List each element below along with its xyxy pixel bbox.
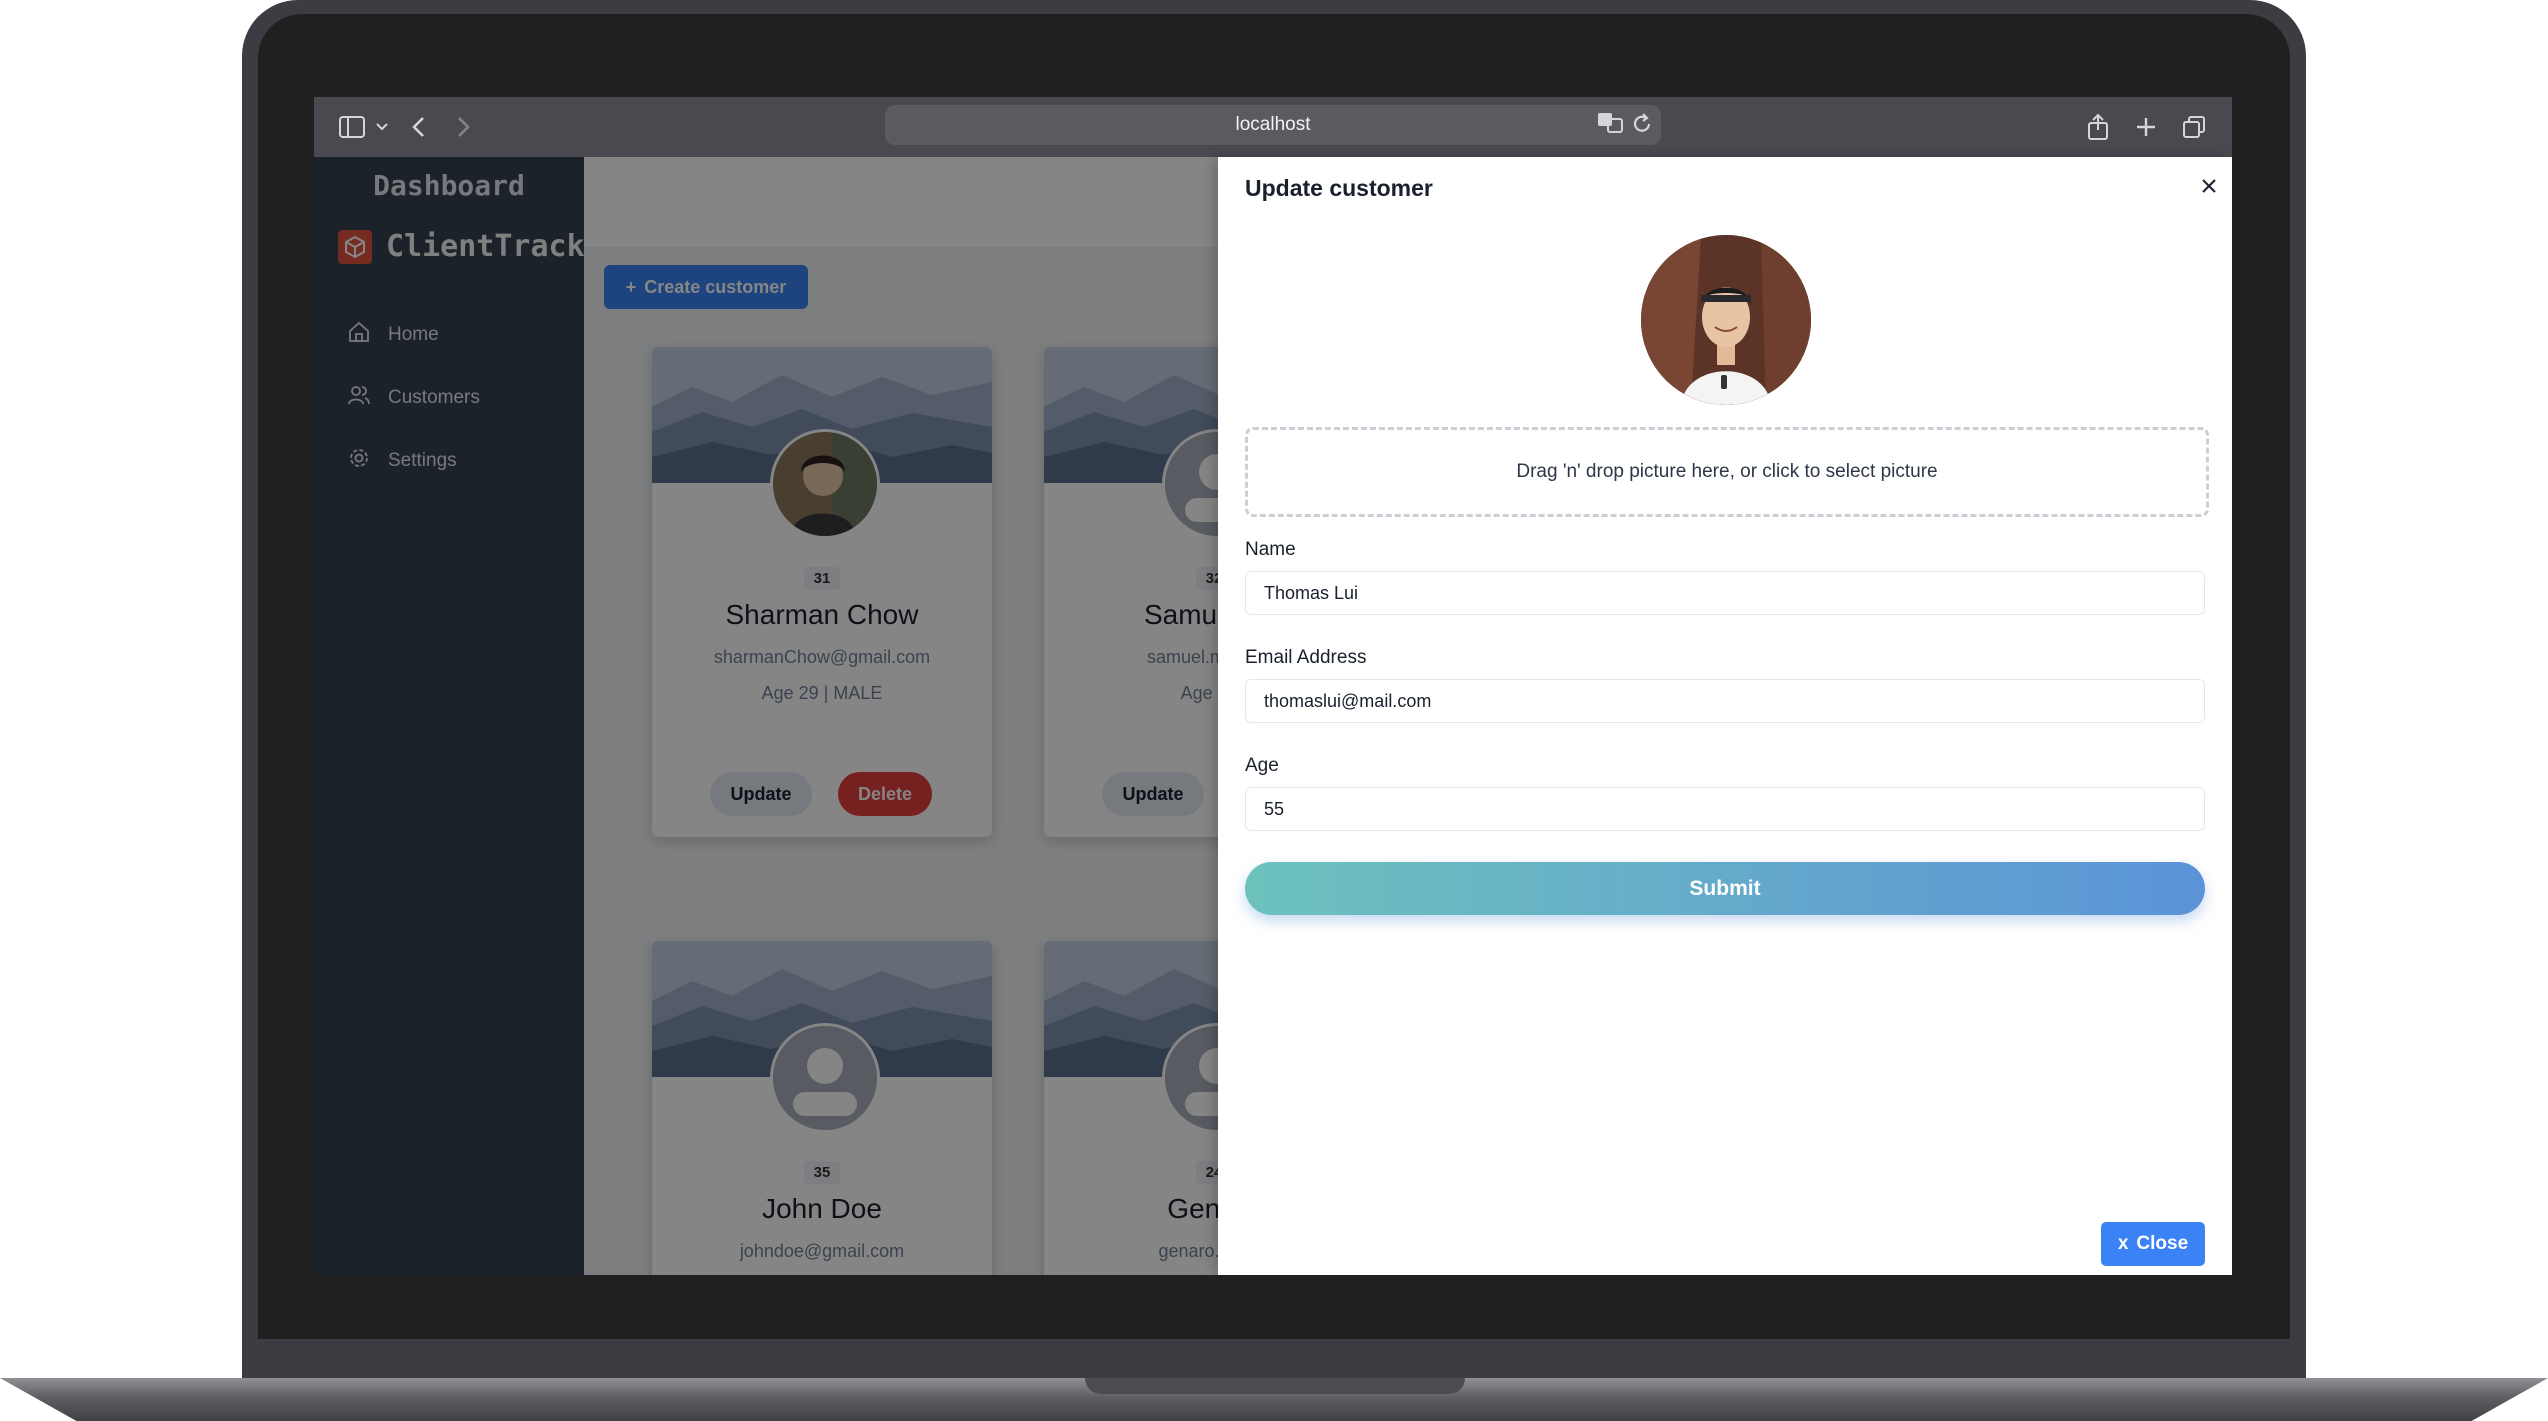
translate-icon[interactable] <box>1597 111 1623 141</box>
browser-toolbar: localhost <box>314 97 2232 157</box>
laptop-notch <box>1085 1378 1465 1394</box>
url-text: localhost <box>1235 114 1311 135</box>
new-tab-icon[interactable] <box>2130 111 2162 143</box>
address-bar[interactable]: localhost <box>885 105 1661 145</box>
age-field[interactable] <box>1245 787 2205 831</box>
sidebar-toggle-icon[interactable] <box>336 111 368 143</box>
dropzone-text: Drag 'n' drop picture here, or click to … <box>1516 461 1938 482</box>
email-field[interactable] <box>1245 679 2205 723</box>
close-x-icon: x <box>2117 1233 2129 1254</box>
tabs-overview-icon[interactable] <box>2178 111 2210 143</box>
modal-overlay[interactable] <box>314 157 1218 1275</box>
screen: localhost Dashboard ClientTrack Home Cus… <box>314 97 2232 1275</box>
close-icon[interactable] <box>2194 171 2224 201</box>
name-field[interactable] <box>1245 571 2205 615</box>
email-label: Email Address <box>1245 647 1367 668</box>
chevron-down-icon[interactable] <box>366 111 398 143</box>
age-label: Age <box>1245 755 1279 776</box>
picture-dropzone[interactable]: Drag 'n' drop picture here, or click to … <box>1245 427 2209 517</box>
reload-icon[interactable] <box>1631 111 1653 141</box>
customer-profile-picture <box>1641 235 1811 405</box>
forward-icon[interactable] <box>448 111 480 143</box>
drawer-title: Update customer <box>1245 175 1433 201</box>
share-icon[interactable] <box>2082 111 2114 143</box>
close-button[interactable]: x Close <box>2101 1222 2205 1266</box>
close-button-label: Close <box>2136 1233 2189 1254</box>
submit-button[interactable]: Submit <box>1245 862 2205 915</box>
name-label: Name <box>1245 539 1296 560</box>
app-page: Dashboard ClientTrack Home Customers Set… <box>314 157 2232 1275</box>
update-customer-drawer: Update customer Drag 'n' drop picture he… <box>1218 157 2232 1275</box>
back-icon[interactable] <box>402 111 434 143</box>
